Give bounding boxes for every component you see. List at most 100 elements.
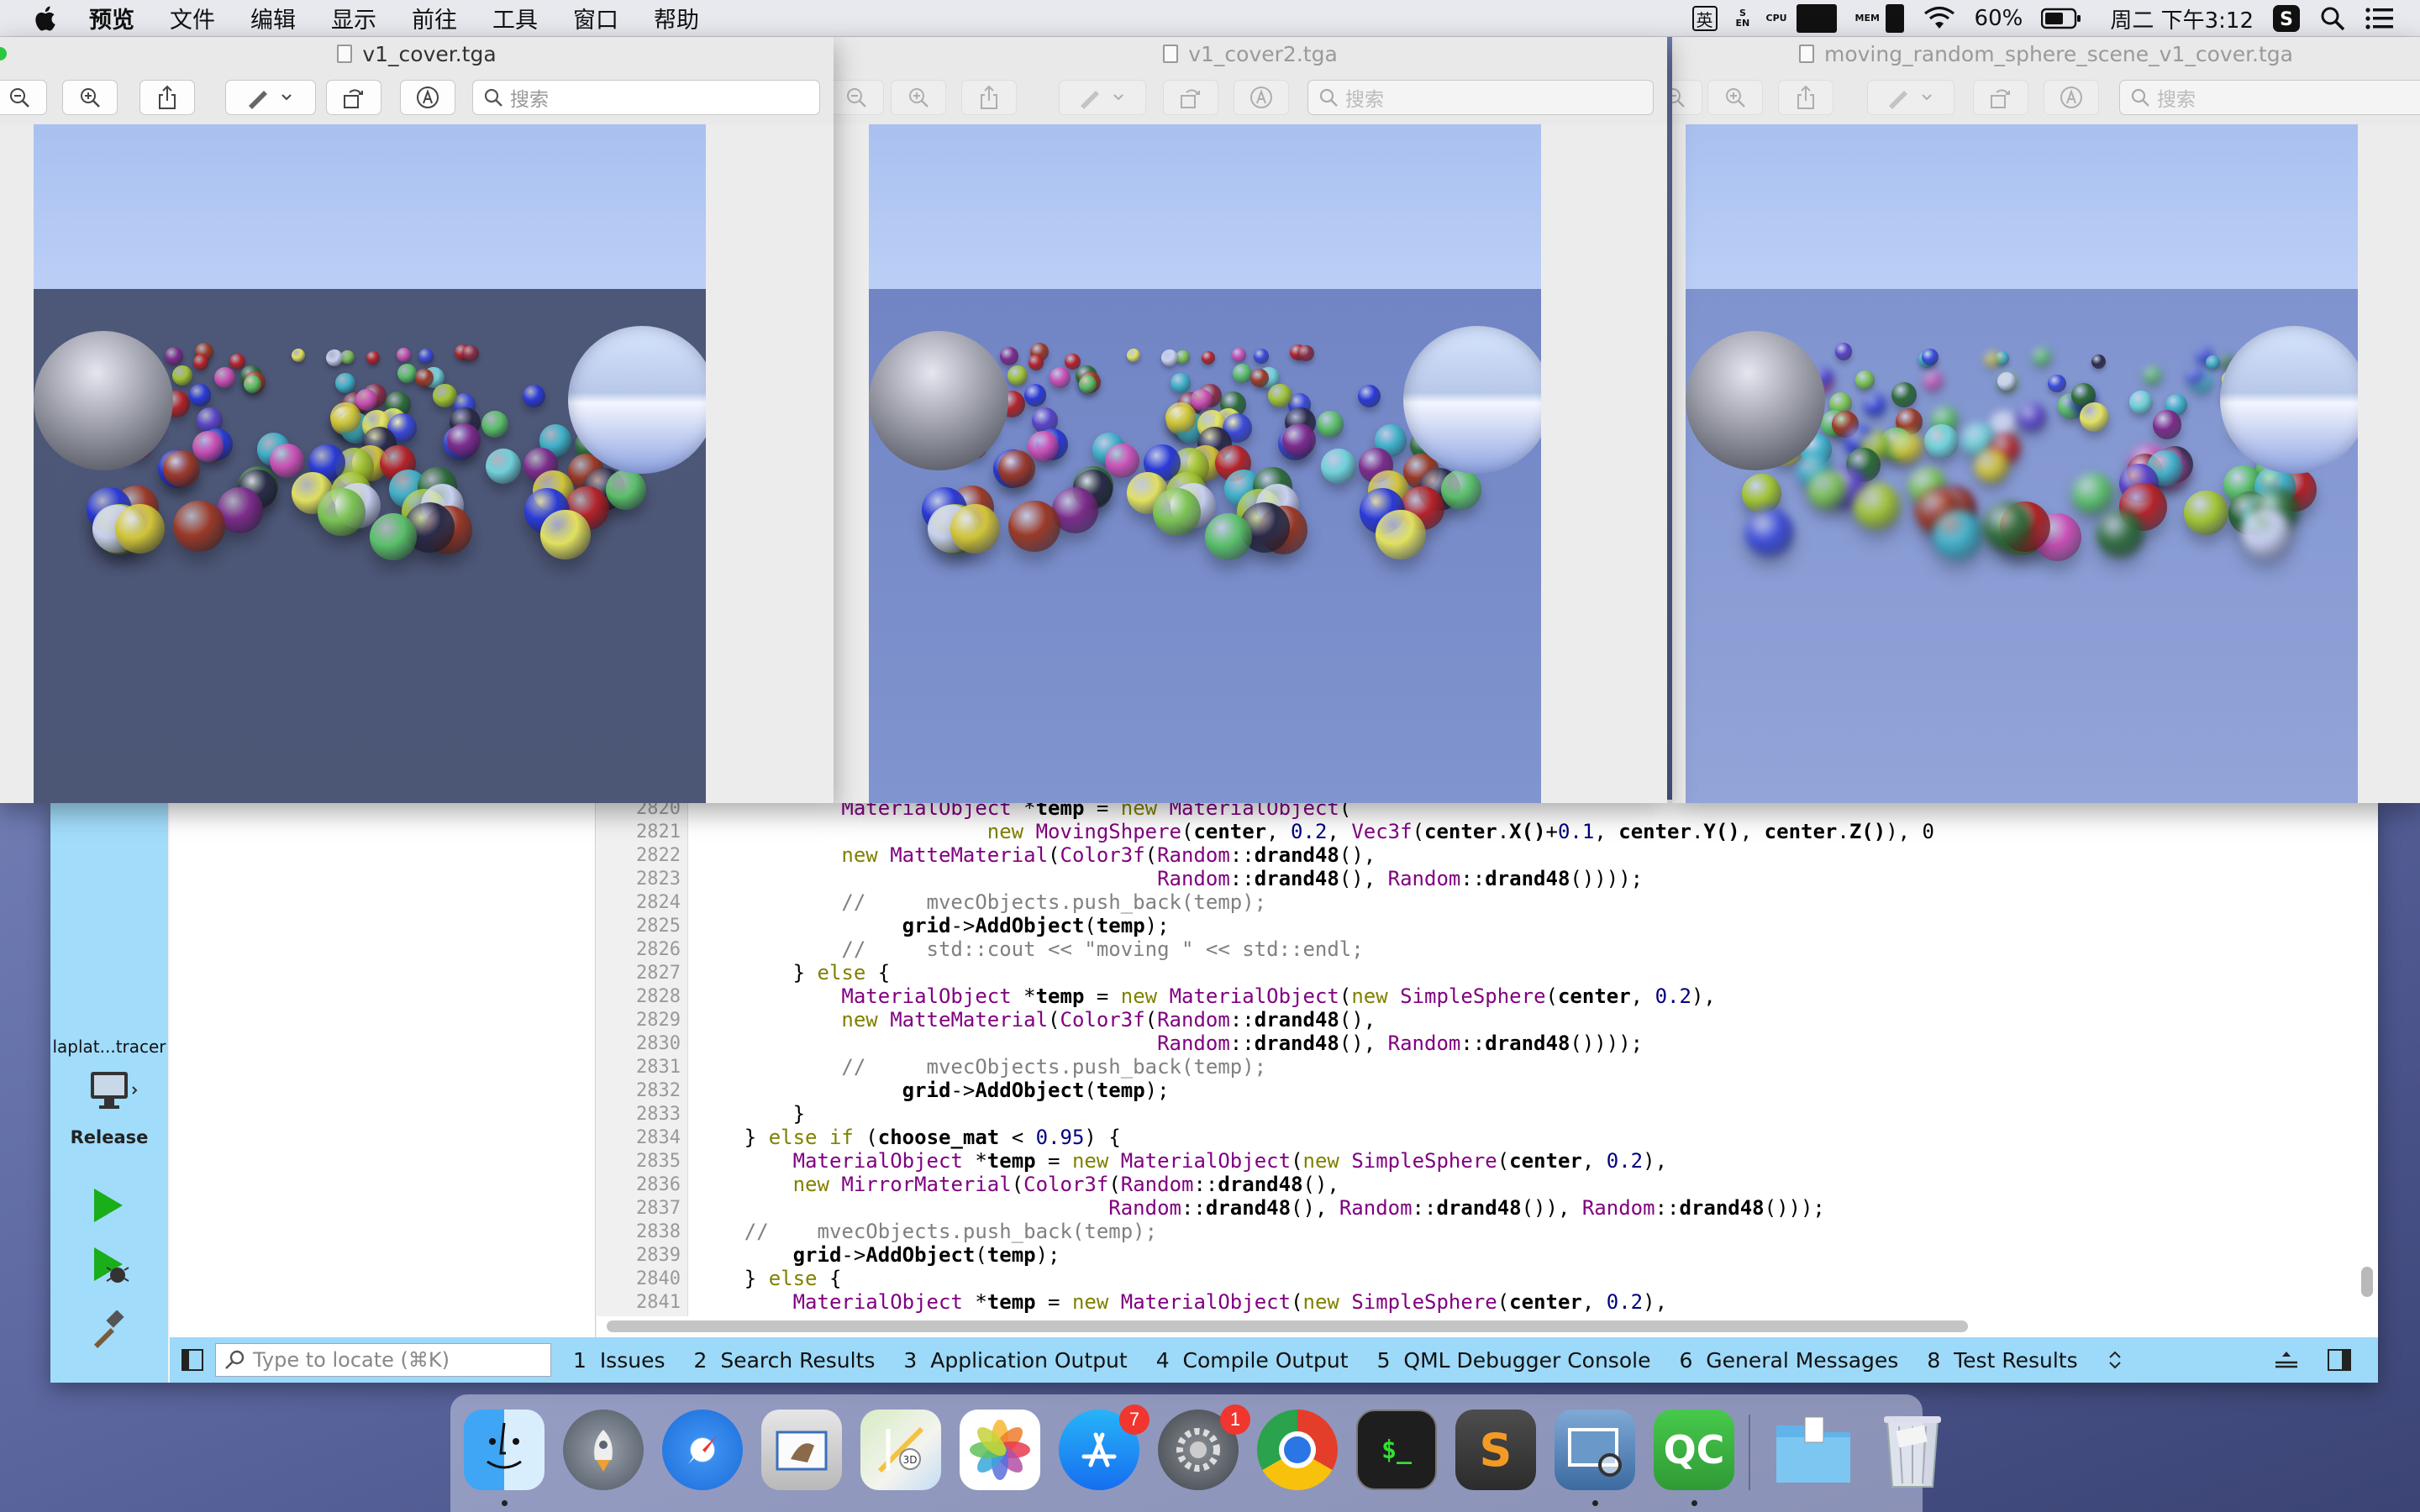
code-line[interactable]: Random::drand48(), Random::drand48()))); — [696, 1032, 1643, 1055]
rotate-button[interactable] — [326, 80, 381, 115]
markup-button[interactable] — [225, 80, 316, 115]
menu-app-name[interactable]: 预览 — [89, 2, 134, 34]
zoom-out-button[interactable] — [834, 80, 884, 115]
preview-window-3[interactable]: moving_random_sphere_scene_v1_cover.tga … — [1672, 37, 2420, 803]
code-line[interactable]: new MovingShpere(center, 0.2, Vec3f(cent… — [696, 820, 1934, 843]
annotate-button[interactable] — [1234, 80, 1289, 115]
window-titlebar[interactable]: v1_cover2.tga — [834, 37, 1667, 71]
toggle-sidebar-icon[interactable] — [182, 1349, 203, 1371]
run-icon[interactable] — [89, 1186, 126, 1225]
image-canvas[interactable] — [834, 124, 1667, 803]
image-canvas[interactable] — [0, 124, 834, 803]
pane-chooser-icon[interactable] — [2107, 1349, 2123, 1371]
code-line[interactable]: } else if (choose_mat < 0.95) { — [696, 1126, 1121, 1149]
code-line[interactable]: new MirrorMaterial(Color3f(Random::drand… — [696, 1173, 1339, 1196]
apple-icon[interactable] — [32, 4, 57, 33]
share-button[interactable] — [961, 80, 1017, 115]
code-line[interactable]: // std::cout << "moving " << std::endl; — [696, 937, 1363, 961]
pane-tab-application-output[interactable]: 3 Application Output — [903, 1348, 1127, 1373]
pane-tab-general-messages[interactable]: 6 General Messages — [1679, 1348, 1898, 1373]
menu-edit[interactable]: 编辑 — [250, 2, 296, 34]
battery-icon[interactable] — [2041, 8, 2081, 29]
code-line[interactable]: // mvecObjects.push_back(temp); — [696, 890, 1266, 914]
spotlight-search-icon[interactable] — [2319, 5, 2346, 32]
mem-graph[interactable] — [1885, 4, 1904, 33]
sogou-icon[interactable]: S — [2272, 4, 2301, 33]
code-line[interactable]: } — [696, 1102, 805, 1126]
mail-icon[interactable] — [761, 1410, 842, 1490]
debug-run-icon[interactable] — [89, 1245, 131, 1287]
terminal-icon[interactable]: $_ — [1356, 1410, 1437, 1490]
search-field[interactable]: 搜索 — [1307, 80, 1654, 115]
battery-percent[interactable]: 60% — [1975, 6, 2023, 31]
pane-tab-search-results[interactable]: 2 Search Results — [694, 1348, 876, 1373]
zoom-in-button[interactable] — [1707, 80, 1763, 115]
menu-tools[interactable]: 工具 — [492, 2, 538, 34]
menu-help[interactable]: 帮助 — [654, 2, 699, 34]
share-button[interactable] — [139, 80, 195, 115]
code-line[interactable]: new MatteMaterial(Color3f(Random::drand4… — [696, 1008, 1376, 1032]
code-line[interactable]: grid->AddObject(temp); — [696, 1243, 1060, 1267]
photos-icon[interactable] — [960, 1410, 1040, 1490]
code-line[interactable]: MaterialObject *temp = new MaterialObjec… — [696, 1149, 1667, 1173]
annotate-button[interactable] — [400, 80, 455, 115]
code-line[interactable]: } else { — [696, 1267, 842, 1290]
window-titlebar[interactable]: v1_cover.tga — [0, 37, 834, 71]
menu-file[interactable]: 文件 — [170, 2, 215, 34]
toggle-right-sidebar-icon[interactable] — [2328, 1349, 2351, 1371]
sublime-text-icon[interactable]: S — [1455, 1410, 1536, 1490]
monitor-icon[interactable] — [87, 1070, 138, 1112]
zoom-in-button[interactable] — [891, 80, 946, 115]
markup-button[interactable] — [1867, 80, 1954, 115]
menu-go[interactable]: 前往 — [412, 2, 457, 34]
downloads-folder-icon[interactable] — [1773, 1410, 1854, 1490]
pane-tab-compile-output[interactable]: 4 Compile Output — [1156, 1348, 1349, 1373]
preview-window-2[interactable]: v1_cover2.tga 搜索 — [834, 37, 1667, 803]
pane-tab-test-results[interactable]: 8 Test Results — [1927, 1348, 2077, 1373]
minimize-pane-icon[interactable] — [2272, 1349, 2301, 1371]
cpu-graph[interactable] — [1796, 4, 1837, 33]
maps-icon[interactable]: 3D — [860, 1410, 941, 1490]
rotate-button[interactable] — [1163, 80, 1218, 115]
locator-input[interactable]: Type to locate (⌘K) — [215, 1343, 551, 1377]
pane-tab-issues[interactable]: 1 Issues — [573, 1348, 666, 1373]
input-method-indicator[interactable]: 英 — [1691, 6, 1718, 31]
search-field[interactable]: 搜索 — [472, 80, 820, 115]
wifi-icon[interactable] — [1923, 6, 1956, 31]
code-line[interactable]: new MatteMaterial(Color3f(Random::drand4… — [696, 843, 1376, 867]
qt-creator-icon[interactable]: QC — [1654, 1410, 1734, 1490]
launchpad-icon[interactable] — [563, 1410, 644, 1490]
build-hammer-icon[interactable] — [89, 1310, 128, 1349]
rotate-button[interactable] — [1973, 80, 2028, 115]
markup-button[interactable] — [1059, 80, 1146, 115]
cpu-label[interactable]: CPU — [1766, 13, 1787, 24]
zoom-in-button[interactable] — [62, 80, 118, 115]
code-line[interactable]: MaterialObject *temp = new MaterialObjec… — [696, 984, 1715, 1008]
annotate-button[interactable] — [2044, 80, 2099, 115]
menu-view[interactable]: 显示 — [331, 2, 376, 34]
pane-tab-qml-debugger[interactable]: 5 QML Debugger Console — [1377, 1348, 1651, 1373]
preview-window-1[interactable]: v1_cover.tga 搜索 — [0, 37, 834, 803]
status-menu-extra[interactable]: S EN — [1736, 8, 1750, 29]
share-button[interactable] — [1778, 80, 1833, 115]
code-line[interactable]: grid->AddObject(temp); — [696, 1079, 1170, 1102]
code-line[interactable]: } else { — [696, 961, 891, 984]
notification-center-icon[interactable] — [2365, 6, 2395, 31]
search-field[interactable]: 搜索 — [2119, 80, 2420, 115]
window-titlebar[interactable]: moving_random_sphere_scene_v1_cover.tga — [1672, 37, 2420, 71]
zoom-out-button[interactable] — [0, 80, 47, 115]
code-editor[interactable]: 2820 2821 2822 2823 2824 2825 2826 2827 2828 2829… — [597, 800, 2378, 1337]
menu-window[interactable]: 窗口 — [573, 2, 618, 34]
build-config-label[interactable]: Release — [50, 1127, 168, 1147]
code-line[interactable]: Random::drand48(), Random::drand48()), R… — [696, 1196, 1825, 1220]
trash-icon[interactable] — [1872, 1410, 1953, 1490]
project-tree-pane[interactable] — [170, 800, 596, 1337]
finder-icon[interactable] — [464, 1410, 544, 1490]
clock[interactable]: 周二 下午3:12 — [2110, 3, 2254, 34]
chrome-icon[interactable] — [1257, 1410, 1338, 1490]
image-canvas[interactable] — [1672, 124, 2420, 803]
horizontal-scrollbar[interactable] — [607, 1320, 1968, 1332]
vertical-scrollbar[interactable] — [2361, 1267, 2373, 1297]
zoom-window-icon[interactable] — [0, 47, 7, 60]
code-line[interactable]: // mvecObjects.push_back(temp); — [696, 1220, 1157, 1243]
